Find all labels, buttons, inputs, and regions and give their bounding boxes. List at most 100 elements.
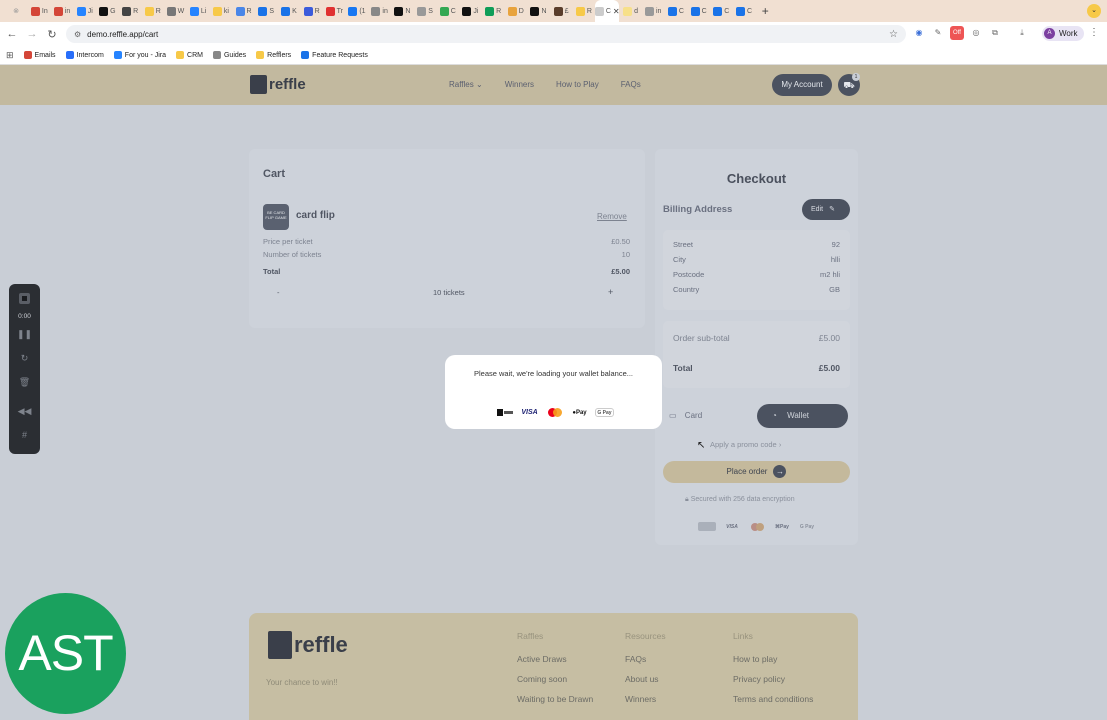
quantity-stepper: - 10 tickets +: [263, 286, 631, 302]
browser-tab[interactable]: R: [300, 0, 323, 22]
brand-card-logo: [495, 408, 514, 417]
browser-tab[interactable]: N: [527, 0, 550, 22]
browser-tab[interactable]: D: [504, 0, 527, 22]
tab-favicon-icon: [667, 6, 677, 16]
stop-recording-icon[interactable]: [19, 293, 30, 304]
footer-link[interactable]: Privacy policy: [733, 674, 813, 684]
browser-tab[interactable]: Tr: [323, 0, 346, 22]
promo-code-link[interactable]: Apply a promo code ›: [710, 440, 781, 449]
bookmark-item[interactable]: Guides: [212, 51, 246, 59]
tab-label: G: [110, 7, 116, 15]
increase-button[interactable]: +: [608, 287, 613, 297]
extension-badge-icon[interactable]: Off: [950, 26, 964, 40]
footer-link[interactable]: Winners: [625, 694, 666, 704]
browser-tab[interactable]: Ji: [459, 0, 482, 22]
bookmark-item[interactable]: Refflers: [256, 51, 291, 59]
browser-tab[interactable]: S: [255, 0, 278, 22]
back-icon[interactable]: ←: [2, 28, 22, 40]
nav-raffles[interactable]: Raffles ⌄: [449, 80, 483, 89]
restart-icon[interactable]: ↻: [9, 353, 40, 364]
nav-winners[interactable]: Winners: [505, 80, 534, 89]
nav-how-to-play[interactable]: How to Play: [556, 80, 599, 89]
nav-faqs[interactable]: FAQs: [621, 80, 641, 89]
rewind-icon[interactable]: ◀◀: [9, 406, 40, 417]
footer-link[interactable]: Coming soon: [517, 674, 593, 684]
browser-tab[interactable]: C: [665, 0, 688, 22]
browser-menu-icon[interactable]: ⋮: [1089, 27, 1099, 38]
browser-tab[interactable]: C: [710, 0, 733, 22]
edit-address-button[interactable]: Edit ✎: [802, 199, 850, 220]
footer-link[interactable]: FAQs: [625, 654, 666, 664]
browser-tab[interactable]: R: [232, 0, 255, 22]
footer-link[interactable]: About us: [625, 674, 666, 684]
footer-link[interactable]: Waiting to be Drawn: [517, 694, 593, 704]
footer-col-links: Links How to play Privacy policy Terms a…: [733, 631, 813, 714]
browser-tab-active[interactable]: C ✕: [594, 0, 620, 22]
browser-tab[interactable]: C: [436, 0, 459, 22]
footer-logo[interactable]: reffle: [268, 631, 348, 659]
total-label: Total: [673, 363, 693, 373]
bookmark-label: Feature Requests: [312, 51, 368, 59]
footer-link[interactable]: How to play: [733, 654, 813, 664]
remove-link[interactable]: Remove: [597, 212, 627, 221]
browser-tab[interactable]: d: [619, 0, 642, 22]
browser-tab[interactable]: K: [278, 0, 301, 22]
pen-extension-icon[interactable]: ✎: [931, 26, 945, 40]
decrease-button[interactable]: -: [277, 288, 280, 297]
place-order-button[interactable]: Place order →: [663, 461, 850, 483]
apple-pay-logo: ⌘ Pay: [775, 523, 789, 530]
bookmark-item[interactable]: Emails: [23, 51, 56, 59]
browser-tab[interactable]: Li: [187, 0, 210, 22]
password-manager-icon[interactable]: ◉: [912, 26, 926, 40]
browser-tab[interactable]: S: [414, 0, 437, 22]
browser-tab[interactable]: C: [687, 0, 710, 22]
pay-wallet-option[interactable]: ◔ Wallet: [757, 404, 848, 428]
forward-icon[interactable]: →: [22, 28, 42, 40]
browser-tab[interactable]: R: [573, 0, 596, 22]
footer-link[interactable]: Active Draws: [517, 654, 593, 664]
address-bar[interactable]: ⚙ demo.reffle.app/cart ☆: [66, 25, 906, 43]
browser-tab[interactable]: ki: [210, 0, 233, 22]
browser-tab[interactable]: G: [96, 0, 119, 22]
browser-tab[interactable]: In: [28, 0, 51, 22]
reload-icon[interactable]: ↻: [42, 28, 62, 41]
site-info-icon[interactable]: ⚙: [74, 30, 81, 39]
tab-label: d: [634, 7, 638, 15]
new-tab-button[interactable]: +: [755, 4, 775, 18]
tab-favicon-icon: [507, 6, 517, 16]
my-account-button[interactable]: My Account: [772, 74, 832, 96]
browser-tab[interactable]: Ji: [73, 0, 96, 22]
recording-time: 0:00: [18, 313, 31, 320]
grid-icon[interactable]: #: [9, 430, 40, 440]
bookmark-star-icon[interactable]: ☆: [889, 29, 898, 40]
browser-tab[interactable]: R: [482, 0, 505, 22]
browser-tab[interactable]: R: [119, 0, 142, 22]
footer-link[interactable]: Terms and conditions: [733, 694, 813, 704]
browser-tab[interactable]: in: [51, 0, 74, 22]
pause-icon[interactable]: ❚❚: [9, 329, 40, 340]
site-logo[interactable]: reffle: [250, 75, 306, 94]
tab-search-icon[interactable]: ⌄: [1087, 4, 1101, 18]
browser-tab[interactable]: in: [642, 0, 665, 22]
tab-close-first[interactable]: ⊗: [4, 0, 28, 22]
browser-tab[interactable]: C: [733, 0, 756, 22]
bookmark-item[interactable]: CRM: [176, 51, 203, 59]
browser-tab[interactable]: (1: [346, 0, 369, 22]
camera-extension-icon[interactable]: ◎: [969, 26, 983, 40]
download-icon[interactable]: ⤓: [1015, 26, 1029, 40]
bookmark-item[interactable]: For you - Jira: [113, 51, 166, 59]
browser-tab[interactable]: R: [141, 0, 164, 22]
browser-tab[interactable]: W: [164, 0, 187, 22]
apps-grid-icon[interactable]: ⊞: [6, 50, 14, 61]
bookmark-item[interactable]: Feature Requests: [301, 51, 368, 59]
browser-tab[interactable]: in: [368, 0, 391, 22]
bookmark-item[interactable]: Intercom: [65, 51, 104, 59]
browser-tab[interactable]: N: [391, 0, 414, 22]
tab-label: W: [177, 7, 185, 15]
browser-tab[interactable]: £: [550, 0, 573, 22]
pay-card-option[interactable]: ▭ Card: [669, 411, 702, 420]
trash-icon[interactable]: 🗑︎: [9, 377, 40, 388]
footer-col-resources: Resources FAQs About us Winners: [625, 631, 666, 714]
extensions-puzzle-icon[interactable]: ⧉: [988, 26, 1002, 40]
profile-chip[interactable]: A Work: [1042, 26, 1084, 41]
